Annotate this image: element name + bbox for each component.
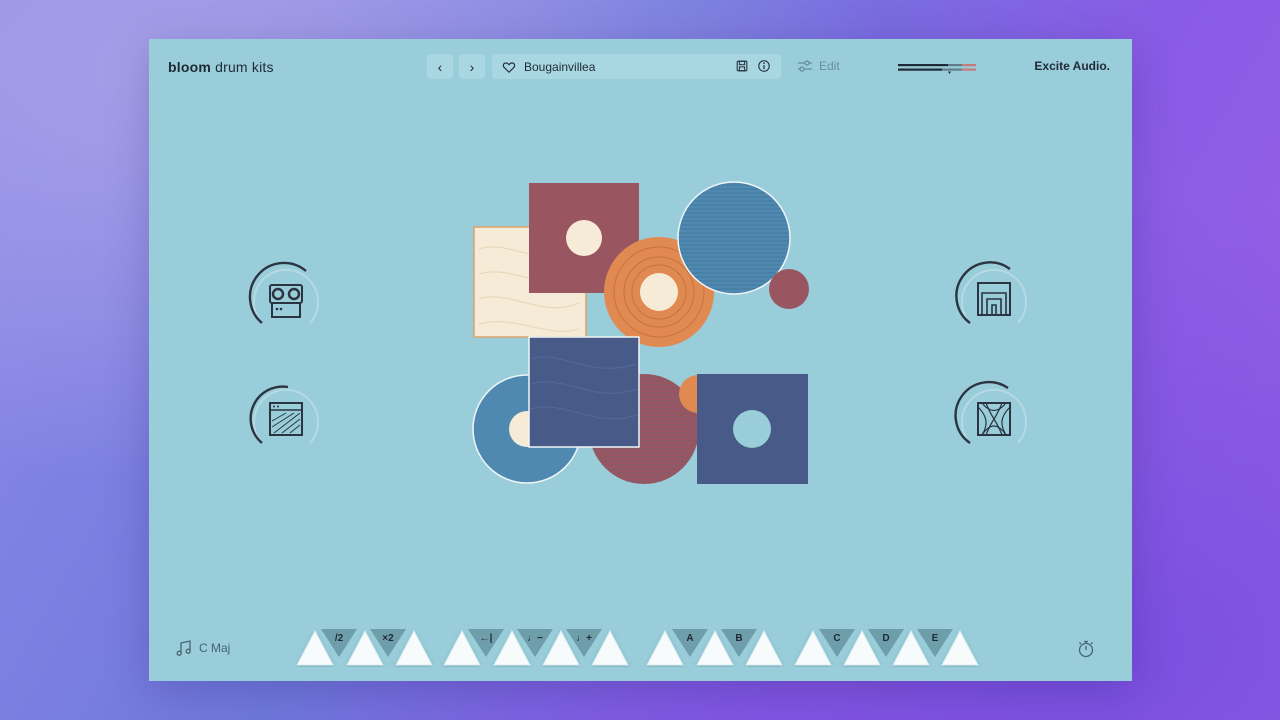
distortion-knob[interactable] <box>952 377 1036 461</box>
pattern-pad-row[interactable]: /2 ×2 ←| ♩− ♩+ A B C D E <box>296 627 986 667</box>
stopwatch-icon[interactable] <box>1076 639 1096 659</box>
brand-logo: Excite Audio. <box>1034 59 1110 73</box>
key-label: C Maj <box>199 641 231 655</box>
key-selector[interactable]: C Maj <box>175 639 230 657</box>
output-level-meter[interactable] <box>898 63 976 75</box>
edit-label: Edit <box>819 59 840 73</box>
room-knob[interactable] <box>952 257 1036 341</box>
room-icon <box>977 282 1011 316</box>
tape-icon <box>269 284 303 318</box>
heart-icon[interactable] <box>502 60 516 74</box>
pattern-c-label: C <box>833 633 840 644</box>
navy-square-hole-shape <box>697 374 808 484</box>
preset-browser[interactable]: Bougainvillea <box>492 54 781 79</box>
kit-artwork[interactable] <box>469 179 814 489</box>
app-title-light: drum kits <box>215 59 274 75</box>
app-title: bloom drum kits <box>168 59 274 75</box>
pattern-b-label: B <box>735 633 742 644</box>
halve-label: /2 <box>335 633 344 644</box>
double-label: ×2 <box>382 633 394 644</box>
info-icon[interactable] <box>757 59 771 73</box>
small-maroon-circle-shape <box>769 269 809 309</box>
edit-button[interactable]: Edit <box>797 59 840 73</box>
distortion-icon <box>977 402 1011 436</box>
pattern-d-label: D <box>882 633 889 644</box>
save-icon[interactable] <box>735 59 749 73</box>
plugin-window: bloom drum kits ‹ › Bougainvillea Edit E… <box>149 39 1132 681</box>
previous-preset-button[interactable]: ‹ <box>427 54 453 79</box>
fewer-notes-label: ♩− <box>527 633 543 644</box>
chevron-left-icon: ‹ <box>437 58 443 75</box>
preset-name: Bougainvillea <box>524 59 596 74</box>
tape-knob[interactable] <box>244 257 328 341</box>
music-note-icon <box>176 640 191 656</box>
app-title-bold: bloom <box>168 59 211 75</box>
pattern-a-label: A <box>686 633 693 644</box>
pattern-e-label: E <box>932 633 939 644</box>
sliders-icon <box>798 60 812 72</box>
next-preset-button[interactable]: › <box>459 54 485 79</box>
restart-label: ←| <box>480 633 493 644</box>
amp-knob[interactable] <box>244 377 328 461</box>
more-notes-label: ♩+ <box>576 633 592 644</box>
navy-square-shape <box>528 336 640 448</box>
amp-icon <box>269 402 303 436</box>
chevron-right-icon: › <box>469 58 475 75</box>
